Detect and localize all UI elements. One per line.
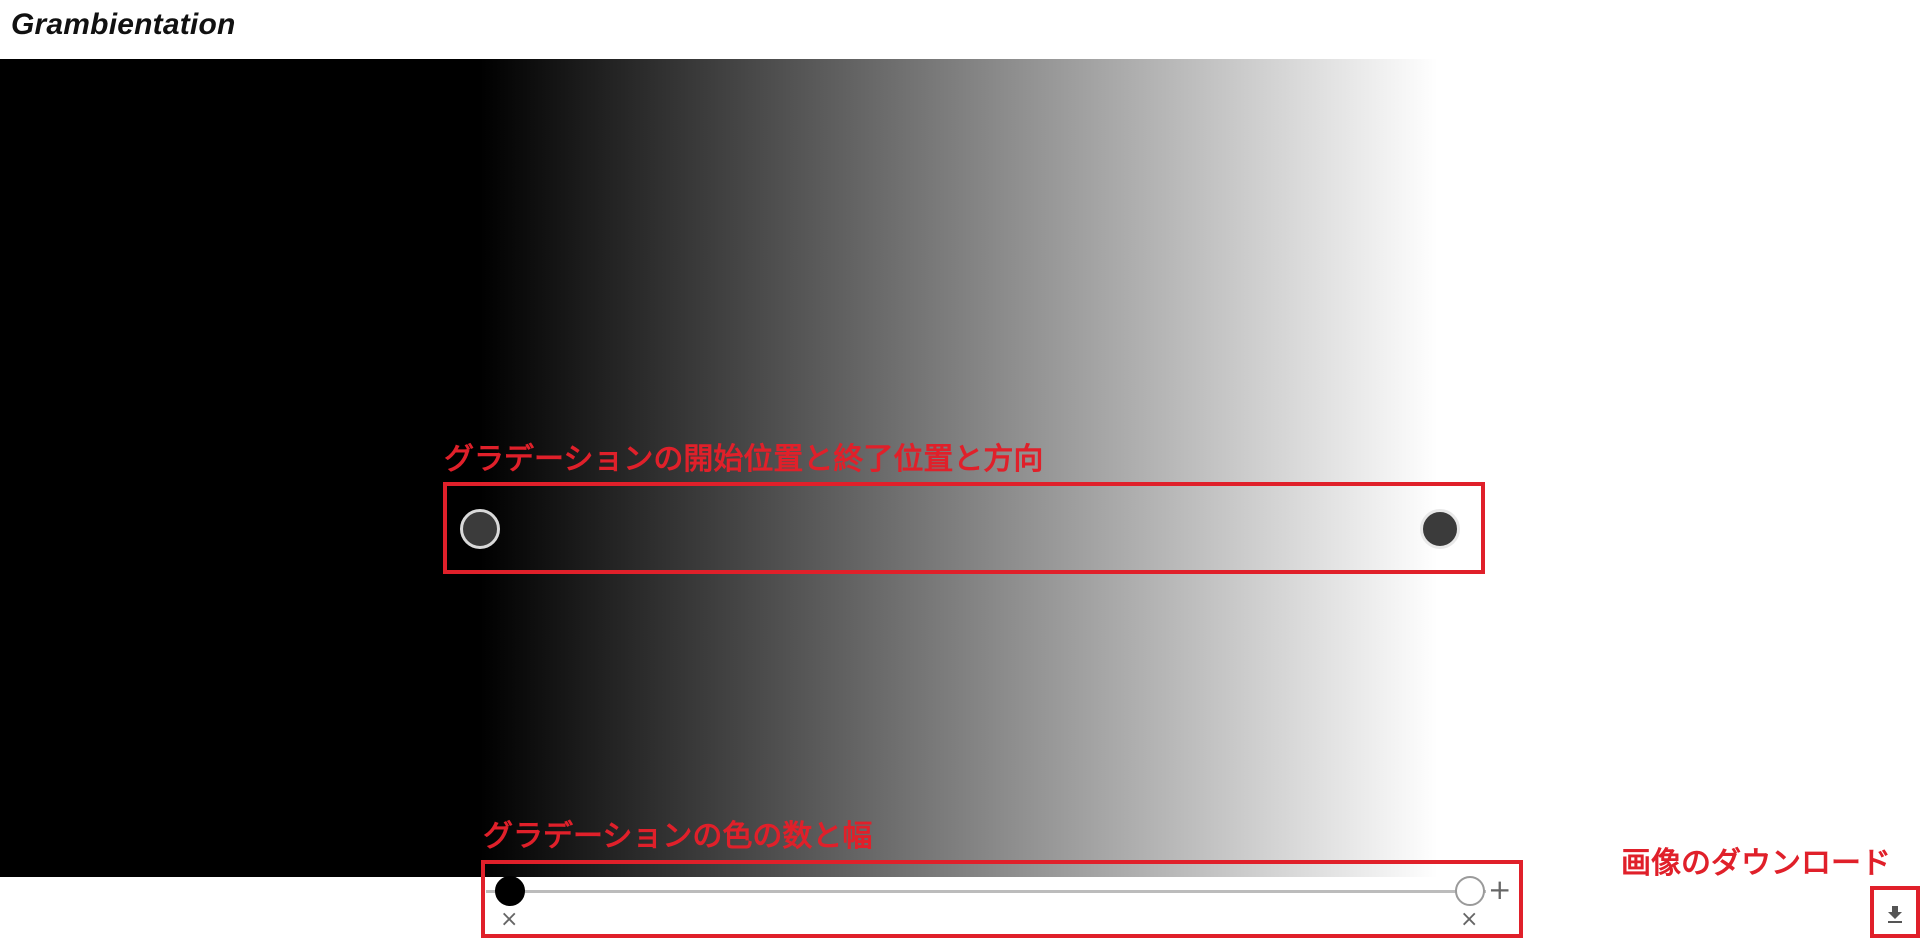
annotation-direction-box bbox=[443, 482, 1485, 574]
annotation-stops-label: グラデーションの色の数と幅 bbox=[483, 819, 873, 854]
remove-stop-start-icon[interactable]: × bbox=[500, 909, 518, 931]
download-icon bbox=[1888, 906, 1902, 923]
annotation-download-label: 画像のダウンロード bbox=[1621, 846, 1891, 881]
download-button[interactable] bbox=[1883, 902, 1907, 926]
color-stop-end[interactable] bbox=[1455, 876, 1485, 906]
annotation-stops-box bbox=[481, 860, 1523, 938]
gradient-end-handle[interactable] bbox=[1420, 509, 1460, 549]
remove-stop-end-icon[interactable]: × bbox=[1460, 909, 1478, 931]
add-stop-icon[interactable]: + bbox=[1488, 876, 1511, 904]
app-title: Grambientation bbox=[11, 8, 236, 41]
gradient-start-handle[interactable] bbox=[460, 509, 500, 549]
color-stop-track[interactable] bbox=[486, 890, 1486, 893]
annotation-direction-label: グラデーションの開始位置と終了位置と方向 bbox=[444, 442, 1044, 477]
color-stop-start[interactable] bbox=[495, 876, 525, 906]
